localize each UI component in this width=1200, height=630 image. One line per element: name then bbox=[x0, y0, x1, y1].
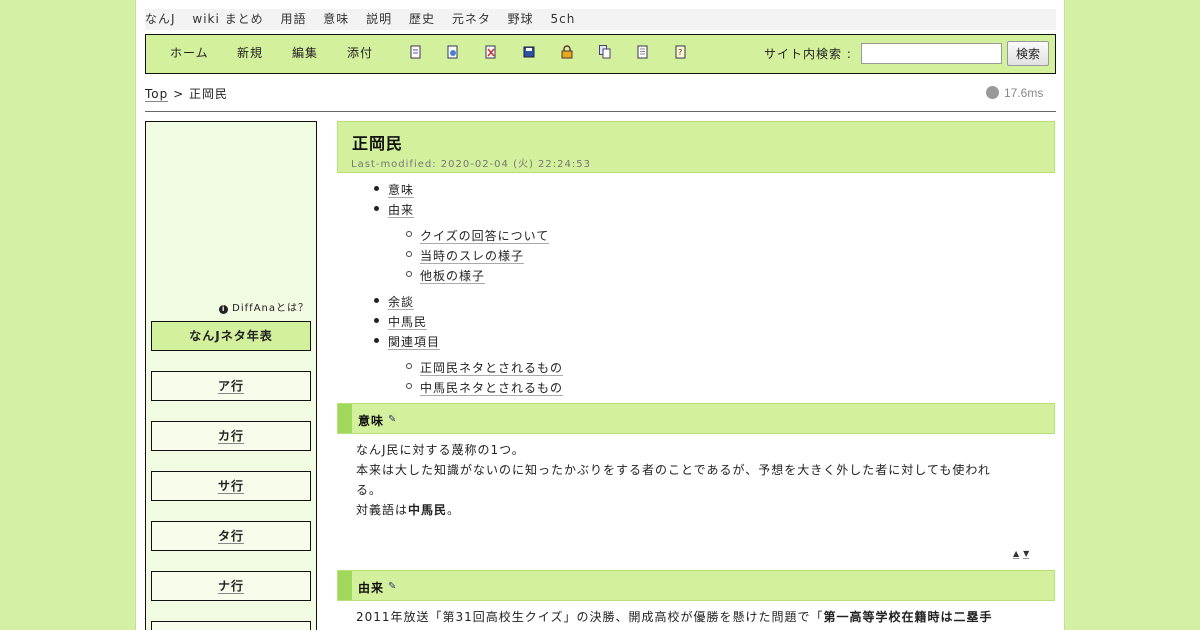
backup-icon[interactable] bbox=[523, 45, 535, 59]
site-search-input[interactable] bbox=[861, 43, 1002, 64]
info-icon: i bbox=[219, 305, 229, 314]
top-link-wiki[interactable]: wiki まとめ bbox=[192, 12, 263, 26]
sidebar: i DiffAnaとは？ なんJネタ年表 ア行 カ行 サ行 タ行 ナ行 bbox=[145, 121, 317, 630]
wiki-toolbar: ホーム 新規 編集 添付 ? サイト内検索 : 検索 bbox=[145, 34, 1056, 74]
freeze-icon[interactable] bbox=[561, 45, 573, 59]
section-title: 意味 bbox=[358, 414, 385, 428]
last-modified: Last-modified: 2020-02-04 (火) 22:24:53 bbox=[351, 159, 591, 170]
text-line: 本来は大した知識がないのに知ったかぶりをする者のことであるが、予想を大きく外した… bbox=[356, 463, 991, 477]
top-link-5ch[interactable]: 5ch bbox=[551, 12, 576, 26]
edit-pencil-icon[interactable]: ✎ bbox=[388, 581, 397, 592]
scroll-down-icon[interactable]: ▼ bbox=[1023, 549, 1030, 559]
toc-item[interactable]: 由来 bbox=[374, 201, 415, 218]
sidebar-item-ta[interactable]: タ行 bbox=[151, 521, 311, 551]
top-link-nanj[interactable]: なんJ bbox=[145, 12, 176, 26]
header-divider bbox=[145, 111, 1056, 112]
top-link-history[interactable]: 歴史 bbox=[409, 12, 435, 26]
top-link-meaning[interactable]: 意味 bbox=[323, 12, 349, 26]
toc-item[interactable]: 余談 bbox=[374, 293, 415, 310]
toc-subitem[interactable]: 中馬民ネタとされるもの bbox=[406, 379, 564, 396]
top-link-terms[interactable]: 用語 bbox=[280, 12, 306, 26]
page-title: 正岡民 bbox=[352, 134, 404, 153]
nav-edit[interactable]: 編集 bbox=[292, 35, 318, 73]
sidebar-timeline-header[interactable]: なんJネタ年表 bbox=[151, 321, 311, 351]
new-page-icon[interactable] bbox=[410, 45, 422, 59]
sidebar-item-label: ナ行 bbox=[217, 579, 244, 594]
render-time-value: 17.6ms bbox=[1004, 86, 1044, 100]
text-line: 2011年放送「第31回高校生クイズ」の決勝、開成高校が優勝を懸けた問題で「 bbox=[356, 610, 824, 624]
render-time: 17.6ms bbox=[986, 86, 1043, 100]
page-title-box: 正岡民 Last-modified: 2020-02-04 (火) 22:24:… bbox=[337, 121, 1055, 173]
toc-item[interactable]: 中馬民 bbox=[374, 313, 428, 330]
section-accent-bar bbox=[338, 571, 352, 600]
sidebar-item-label: ア行 bbox=[217, 379, 244, 394]
page-wrapper: なんJ wiki まとめ 用語 意味 説明 歴史 元ネタ 野球 5ch ホーム … bbox=[135, 0, 1065, 630]
toc-item[interactable]: 関連項目 bbox=[374, 333, 441, 350]
breadcrumb-top-link[interactable]: Top bbox=[145, 87, 169, 102]
origin-paragraph: 2011年放送「第31回高校生クイズ」の決勝、開成高校が優勝を懸けた問題で「第一… bbox=[356, 607, 1041, 627]
meaning-paragraph: なんJ民に対する蔑称の1つ。 本来は大した知識がないのに知ったかぶりをする者のこ… bbox=[356, 440, 1041, 520]
nav-new[interactable]: 新規 bbox=[237, 35, 263, 73]
sidebar-item-label: カ行 bbox=[217, 429, 244, 444]
list-icon[interactable] bbox=[599, 45, 611, 59]
top-link-bar: なんJ wiki まとめ 用語 意味 説明 歴史 元ネタ 野球 5ch bbox=[145, 9, 1056, 30]
search-label: サイト内検索 : bbox=[764, 47, 852, 61]
sidebar-timeline-label: なんJネタ年表 bbox=[189, 329, 273, 343]
sidebar-item-ka[interactable]: カ行 bbox=[151, 421, 311, 451]
toc-subitem[interactable]: 当時のスレの様子 bbox=[406, 247, 525, 264]
toc-subitem[interactable]: 正岡民ネタとされるもの bbox=[406, 359, 564, 376]
edit-pencil-icon[interactable]: ✎ bbox=[388, 414, 397, 425]
sidebar-item-sa[interactable]: サ行 bbox=[151, 471, 311, 501]
text-line: 対義語は中馬民。 bbox=[356, 503, 461, 517]
recent-icon[interactable] bbox=[637, 45, 649, 59]
toc-subitem[interactable]: クイズの回答について bbox=[406, 227, 550, 244]
toc-item[interactable]: 意味 bbox=[374, 181, 415, 198]
breadcrumb: Top > 正岡民 bbox=[145, 85, 228, 102]
top-link-origin[interactable]: 元ネタ bbox=[452, 12, 491, 26]
sidebar-item-label: タ行 bbox=[217, 529, 244, 544]
sidebar-item-label: サ行 bbox=[217, 479, 244, 494]
scroll-up-icon[interactable]: ▲ bbox=[1013, 549, 1020, 559]
breadcrumb-separator: > bbox=[173, 87, 185, 101]
nav-attach[interactable]: 添付 bbox=[347, 35, 373, 73]
bold-quote: 第一高等学校在籍時は二塁手 bbox=[823, 610, 993, 624]
copy-page-icon[interactable] bbox=[447, 45, 459, 59]
diff-icon[interactable] bbox=[485, 45, 497, 59]
help-icon[interactable]: ? bbox=[675, 45, 687, 59]
page-nav-arrows: ▲ ▼ bbox=[1009, 549, 1030, 559]
antonym-term: 中馬民 bbox=[408, 503, 448, 517]
diffana-label: DiffAnaとは？ bbox=[232, 303, 309, 314]
sidebar-item-next[interactable] bbox=[151, 621, 311, 630]
section-heading-origin: 由来 ✎ bbox=[337, 570, 1055, 601]
section-accent-bar bbox=[338, 404, 352, 433]
clock-icon bbox=[986, 86, 999, 99]
section-title: 由来 bbox=[358, 581, 385, 595]
top-link-baseball[interactable]: 野球 bbox=[508, 12, 534, 26]
text-line: る。 bbox=[356, 483, 383, 497]
breadcrumb-current: 正岡民 bbox=[188, 87, 228, 101]
search-button[interactable]: 検索 bbox=[1007, 41, 1049, 66]
nav-home[interactable]: ホーム bbox=[170, 35, 209, 73]
sidebar-item-a[interactable]: ア行 bbox=[151, 371, 311, 401]
section-heading-meaning: 意味 ✎ bbox=[337, 403, 1055, 434]
sidebar-item-na[interactable]: ナ行 bbox=[151, 571, 311, 601]
text-line: なんJ民に対する蔑称の1つ。 bbox=[356, 443, 525, 457]
svg-text:?: ? bbox=[678, 48, 682, 57]
toc-subitem[interactable]: 他板の様子 bbox=[406, 267, 486, 284]
diffana-link[interactable]: i DiffAnaとは？ bbox=[219, 299, 309, 314]
top-link-explanation[interactable]: 説明 bbox=[366, 12, 392, 26]
